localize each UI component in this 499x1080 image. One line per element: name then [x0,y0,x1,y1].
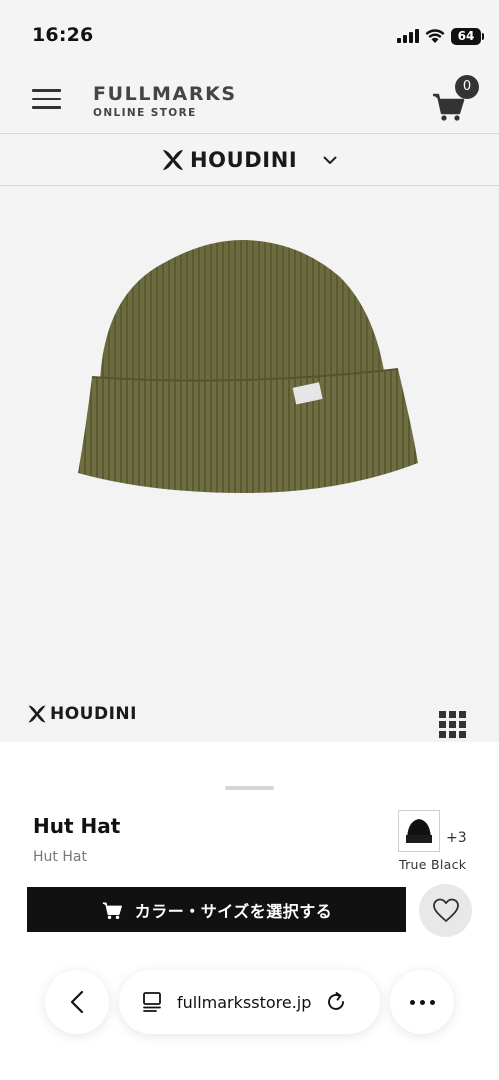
image-brand-mark: HOUDINI [26,703,137,725]
browser-address-bar[interactable]: fullmarksstore.jp [119,970,380,1034]
cart-icon [102,902,122,919]
cart-count-badge: 0 [455,75,479,99]
product-sheet: Hut Hat Hut Hat +3 True Black カラー・サイズを選択… [0,742,499,1080]
hamburger-menu-icon[interactable] [32,89,61,111]
store-logo-name: FULLMARKS [93,83,237,105]
battery-icon: 64 [451,27,484,45]
image-brand-name: HOUDINI [50,704,137,724]
reload-icon[interactable] [325,991,347,1013]
cellular-signal-icon [397,29,419,43]
more-dots-icon [409,999,435,1005]
image-grid-icon[interactable] [439,711,466,738]
brand-dropdown[interactable]: HOUDINI [160,145,337,175]
selected-color-label: True Black [399,857,467,872]
browser-back-button[interactable] [45,970,109,1034]
favorite-button[interactable] [419,884,472,937]
more-colors-count[interactable]: +3 [446,830,467,846]
select-color-size-label: カラー・サイズを選択する [134,901,333,921]
browser-url: fullmarksstore.jp [177,992,312,1012]
chevron-left-icon [70,990,84,1014]
sheet-drag-handle[interactable] [225,786,274,790]
black-beanie-thumbnail [406,819,432,843]
heart-icon [432,898,459,922]
select-color-size-button[interactable]: カラー・サイズを選択する [27,887,406,932]
product-image-area[interactable]: HOUDINI [0,187,499,742]
status-icons: 64 [397,26,484,46]
wifi-icon [425,28,445,43]
site-header: FULLMARKS ONLINE STORE 0 [0,60,499,134]
browser-more-button[interactable] [390,970,454,1034]
status-bar: 16:26 64 [0,0,499,60]
store-logo-subtitle: ONLINE STORE [93,107,197,119]
beanie-product-image [78,239,418,493]
houdini-logo-icon [163,150,183,170]
product-subname: Hut Hat [33,849,87,865]
brand-bar: HOUDINI [0,135,499,186]
color-swatch-true-black[interactable] [398,810,440,852]
product-name: Hut Hat [33,814,121,838]
status-time: 16:26 [32,24,94,46]
houdini-logo-icon [28,705,46,723]
chevron-down-icon [323,156,337,164]
tab-layout-icon [143,992,161,1012]
brand-name: HOUDINI [190,148,298,172]
store-logo[interactable]: FULLMARKS ONLINE STORE [93,84,237,120]
